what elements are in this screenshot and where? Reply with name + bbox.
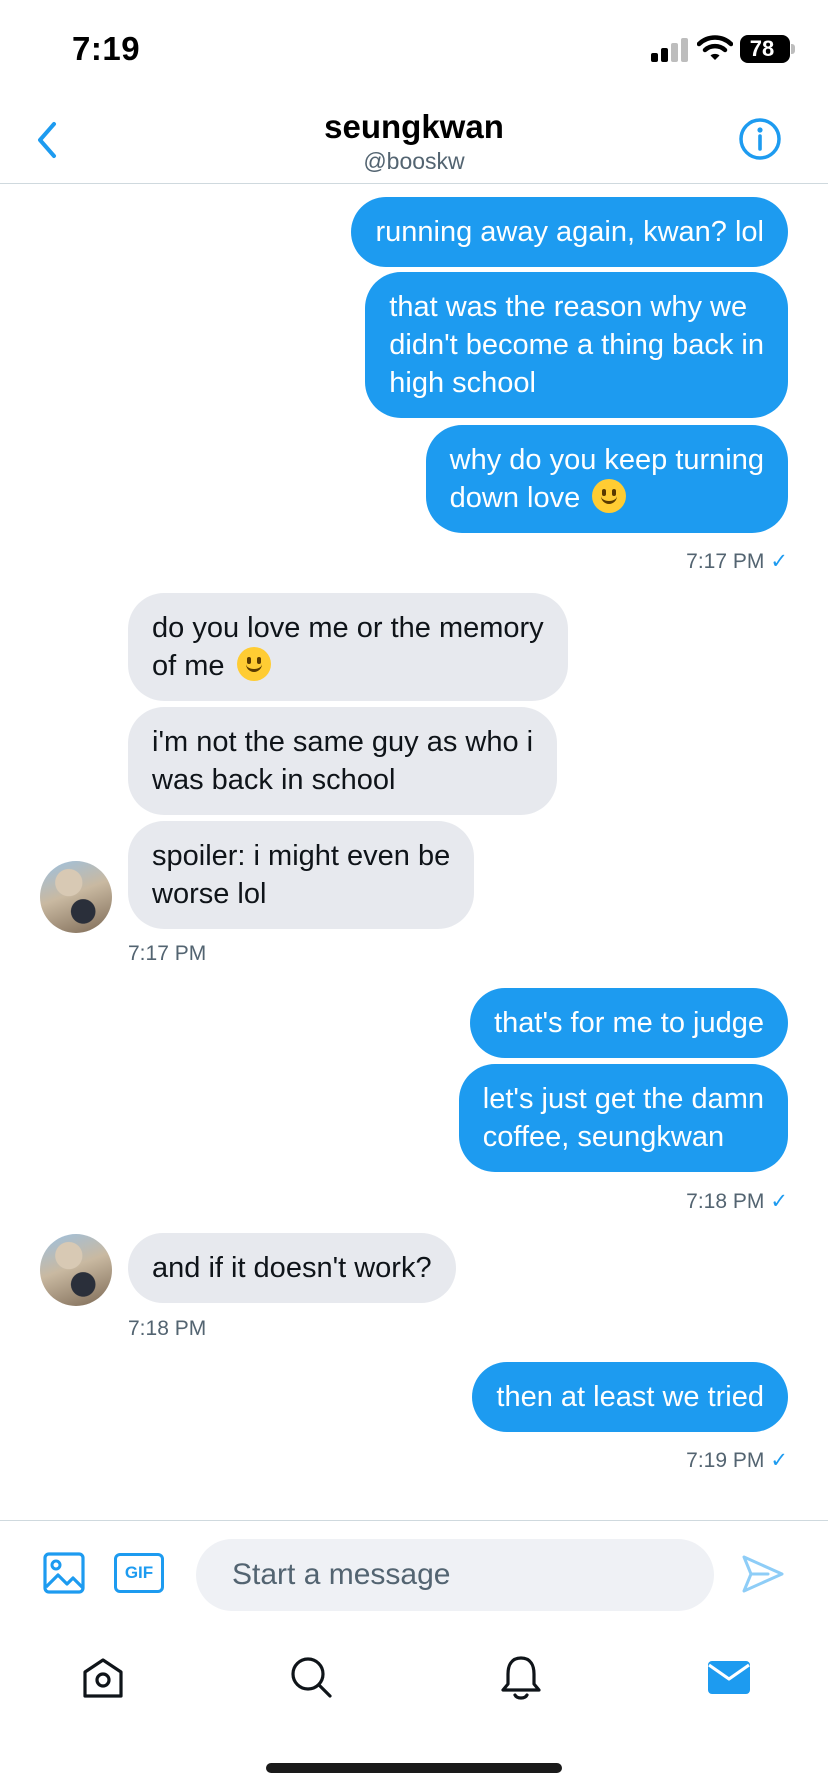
read-check-icon: ✓ — [770, 1449, 788, 1472]
message-input[interactable] — [196, 1539, 714, 1611]
battery-level: 78 — [749, 36, 775, 61]
home-icon[interactable] — [78, 1652, 128, 1702]
bell-icon[interactable] — [496, 1652, 546, 1702]
message-thread: running away again, kwan? lol that was t… — [0, 185, 828, 1520]
slightly-smiling-face-emoji — [592, 479, 627, 513]
conversation-header: seungkwan @booskw — [0, 96, 828, 184]
read-check-icon: ✓ — [770, 550, 788, 573]
message-bubble-received[interactable]: i'm not the same guy as who i was back i… — [128, 707, 558, 815]
home-indicator — [266, 1763, 562, 1773]
contact-avatar[interactable] — [40, 1234, 112, 1306]
image-icon[interactable] — [42, 1551, 86, 1595]
bottom-navigation — [0, 1630, 828, 1740]
message-bubble-received[interactable]: spoiler: i might even be worse lol — [128, 821, 475, 929]
message-timestamp: 7:17 PM ✓ — [686, 550, 788, 573]
message-bubble-received[interactable]: do you love me or the memory of me — [128, 593, 568, 701]
mail-icon[interactable] — [704, 1652, 754, 1702]
status-bar: 7:19 78 — [0, 0, 828, 96]
message-bubble-sent[interactable]: why do you keep turning down love — [425, 425, 788, 533]
message-composer: GIF — [0, 1520, 828, 1630]
message-bubble-received[interactable]: and if it doesn't work? — [128, 1233, 456, 1303]
contact-avatar[interactable] — [40, 861, 112, 933]
cellular-signal-icon — [651, 38, 691, 62]
gif-icon[interactable]: GIF — [114, 1553, 164, 1593]
info-icon[interactable] — [737, 116, 783, 162]
contact-handle[interactable]: @booskw — [0, 148, 828, 175]
send-icon[interactable] — [740, 1551, 786, 1597]
message-bubble-sent[interactable]: running away again, kwan? lol — [351, 197, 788, 267]
message-timestamp: 7:18 PM — [128, 1317, 207, 1340]
contact-name[interactable]: seungkwan — [0, 108, 828, 146]
message-timestamp: 7:18 PM ✓ — [686, 1190, 788, 1213]
message-bubble-sent[interactable]: let's just get the damn coffee, seungkwa… — [458, 1064, 788, 1172]
search-icon[interactable] — [286, 1652, 336, 1702]
message-bubble-sent[interactable]: then at least we tried — [472, 1362, 788, 1432]
message-bubble-sent[interactable]: that's for me to judge — [470, 988, 788, 1058]
battery-indicator: 78 — [740, 35, 796, 63]
read-check-icon: ✓ — [770, 1190, 788, 1213]
wifi-icon — [697, 35, 733, 60]
slightly-smiling-face-emoji — [236, 647, 271, 681]
message-timestamp: 7:19 PM ✓ — [686, 1449, 788, 1472]
message-timestamp: 7:17 PM — [128, 942, 207, 965]
message-bubble-sent[interactable]: that was the reason why we didn't become… — [365, 272, 788, 418]
status-time: 7:19 — [72, 30, 141, 67]
